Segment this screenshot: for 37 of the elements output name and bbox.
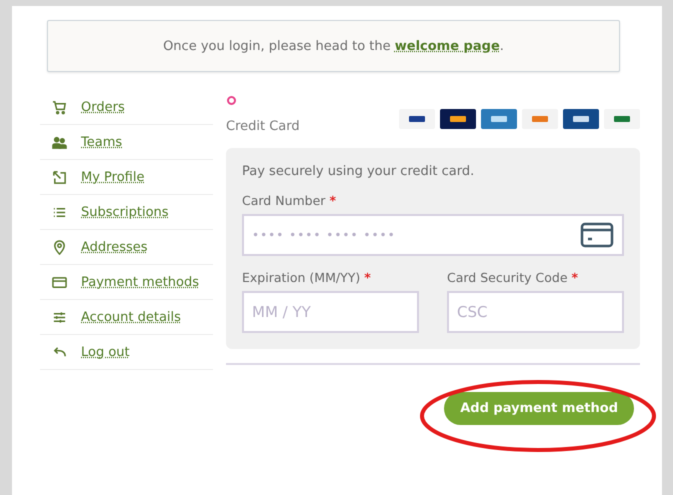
required-asterisk: * [364,270,371,285]
sidebar-item[interactable]: Account details [81,310,181,324]
radio-button[interactable] [227,96,236,105]
cart-icon [52,100,67,114]
card-logo-icon [440,108,476,128]
payment-method-label: Credit Card [226,119,300,134]
sidebar-item[interactable]: Subscriptions [81,204,169,220]
card-logo-icon [399,108,435,128]
card-logo-icon [604,108,640,128]
sidebar-item[interactable]: Addresses [81,240,148,254]
credit-card-icon [580,222,614,248]
card-logo-icon [563,108,599,128]
credit-card-icon [52,274,67,290]
input-field[interactable]: CSC [447,291,624,333]
notice-text: Once you login, please head to the welcome page. [163,38,504,54]
card-number-field[interactable]: •••• •••• •••• •••• [242,214,624,256]
field-label: Expiration (MM/YY) [242,270,360,285]
sidebar-item[interactable]: My Profile [81,170,144,184]
sidebar-item[interactable]: Payment methods [81,274,200,290]
sidebar-item[interactable]: Teams [81,134,122,150]
input-field[interactable]: MM / YY [242,291,419,333]
add-payment-method-button[interactable]: Add payment method [444,392,634,425]
sidebar-item[interactable]: Log out [81,344,130,360]
sliders-icon [52,310,67,324]
card-logo-icon [522,108,558,128]
card-logo-icon [481,108,517,128]
field-label: Card Number [242,193,326,208]
required-asterisk: * [329,193,336,208]
profile-icon [52,170,67,184]
location-pin-icon [52,240,67,254]
back-arrow-icon [52,344,67,360]
field-label: Card Security Code [447,270,568,285]
required-asterisk: * [572,270,578,285]
description-text: Pay securely using your credit card. [242,164,476,179]
welcome-page-link[interactable]: welcome page [394,38,500,54]
sidebar-item[interactable]: Orders [81,100,125,114]
people-icon [52,134,67,150]
